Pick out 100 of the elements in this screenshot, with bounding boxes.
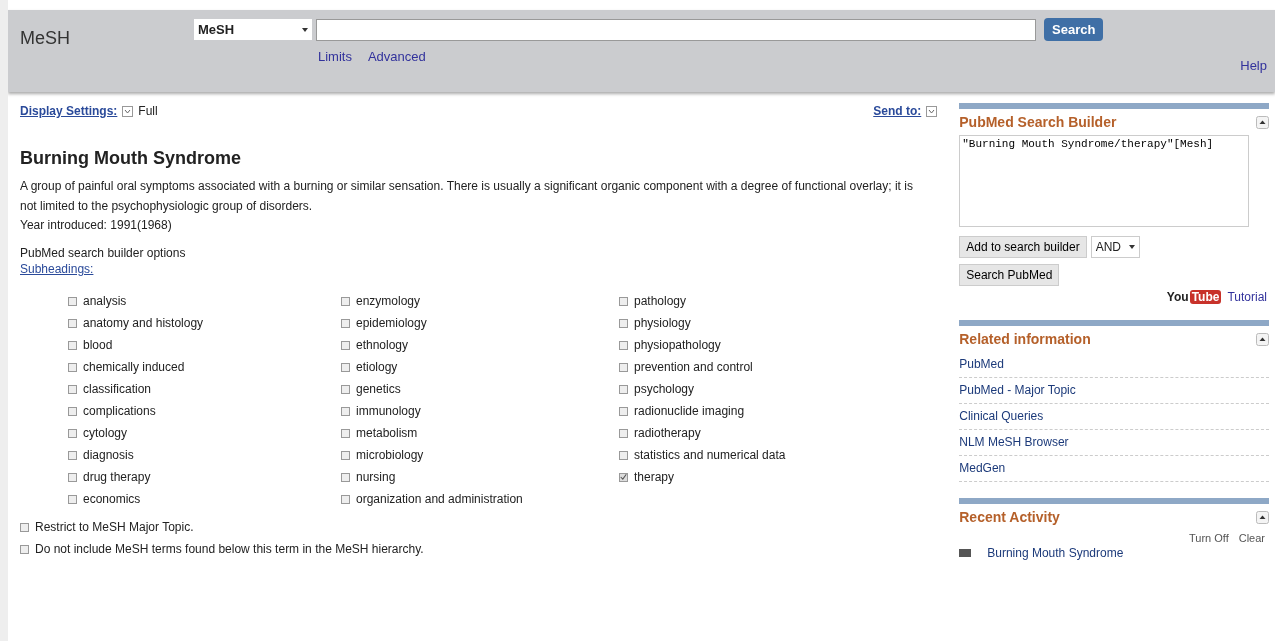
display-format: Full bbox=[138, 104, 158, 118]
checkbox[interactable] bbox=[68, 362, 77, 372]
subheading-label: physiology bbox=[634, 316, 691, 330]
checkbox[interactable] bbox=[341, 362, 350, 372]
display-settings-link[interactable]: Display Settings: bbox=[20, 104, 118, 118]
subheading-label: enzymology bbox=[356, 294, 421, 308]
related-link[interactable]: NLM MeSH Browser bbox=[959, 430, 1269, 456]
subheadings-link[interactable]: Subheadings: bbox=[20, 262, 94, 276]
subheading-label: immunology bbox=[356, 404, 421, 418]
subheading-label: metabolism bbox=[356, 426, 418, 440]
checkbox[interactable] bbox=[619, 318, 628, 328]
checkbox[interactable] bbox=[341, 406, 350, 416]
related-link[interactable]: Clinical Queries bbox=[959, 404, 1269, 430]
subheading-label: radiotherapy bbox=[634, 426, 701, 440]
checkbox[interactable] bbox=[619, 450, 628, 460]
year-introduced: Year introduced: 1991(1968) bbox=[20, 217, 173, 234]
option-label: Restrict to MeSH Major Topic. bbox=[35, 520, 194, 534]
checkbox[interactable] bbox=[68, 384, 77, 394]
send-to-link[interactable]: Send to: bbox=[873, 104, 922, 118]
subheading-label: therapy bbox=[634, 470, 675, 484]
header-link[interactable]: Limits bbox=[318, 49, 352, 64]
add-to-builder-button[interactable]: Add to search builder bbox=[959, 236, 1087, 258]
builder-options-label: PubMed search builder options bbox=[20, 246, 187, 260]
subheading-label: classification bbox=[83, 382, 152, 396]
collapse-icon[interactable] bbox=[1256, 332, 1269, 346]
panel-title: PubMed Search Builder bbox=[959, 114, 1117, 130]
header-link[interactable]: Advanced bbox=[367, 49, 426, 64]
subheading-label: drug therapy bbox=[83, 470, 151, 484]
subheading-label: radionuclide imaging bbox=[634, 404, 745, 418]
subheading-label: cytology bbox=[83, 426, 128, 440]
subheading-label: ethnology bbox=[356, 338, 409, 352]
subheading-label: statistics and numerical data bbox=[634, 448, 786, 462]
checkbox[interactable] bbox=[619, 362, 628, 372]
subheading-label: genetics bbox=[356, 382, 401, 396]
help-link[interactable]: Help bbox=[1240, 58, 1267, 73]
checkbox[interactable] bbox=[20, 544, 29, 554]
checkbox[interactable] bbox=[619, 406, 628, 416]
checkbox[interactable] bbox=[619, 428, 628, 438]
caret-icon bbox=[1129, 245, 1135, 249]
dropdown-icon[interactable] bbox=[926, 105, 938, 117]
subheading-label: diagnosis bbox=[83, 448, 134, 462]
database-select[interactable]: MeSH bbox=[194, 19, 312, 40]
recent-action-link[interactable]: Turn Off bbox=[1188, 532, 1229, 544]
subheading-label: chemically induced bbox=[83, 360, 185, 374]
recent-item-link[interactable]: Burning Mouth Syndrome bbox=[987, 546, 1124, 560]
checkbox[interactable] bbox=[619, 296, 628, 306]
checkbox[interactable] bbox=[619, 384, 628, 394]
checkbox[interactable] bbox=[68, 318, 77, 328]
checkbox[interactable] bbox=[341, 450, 350, 460]
option-label: Do not include MeSH terms found below this term in the MeSH hierarchy. bbox=[35, 542, 424, 556]
term-description: A group of painful oral symptoms associated with a burning or similar sensation. There is usually a significant organic component with a degree of functional overlay; it is not limited to the psychophysiologic group of disorders. bbox=[20, 178, 914, 215]
related-link[interactable]: MedGen bbox=[959, 456, 1269, 482]
search-pubmed-button[interactable]: Search PubMed bbox=[959, 264, 1060, 286]
related-link[interactable]: PubMed - Major Topic bbox=[959, 378, 1269, 404]
search-button[interactable]: Search bbox=[1044, 18, 1104, 41]
panel-title: Related information bbox=[959, 331, 1091, 347]
checkbox[interactable] bbox=[68, 450, 77, 460]
query-field[interactable]: "Burning Mouth Syndrome/therapy"[Mesh] bbox=[959, 135, 1250, 227]
subheading-label: blood bbox=[83, 338, 113, 352]
checkbox[interactable] bbox=[68, 340, 77, 350]
checkbox[interactable] bbox=[68, 428, 77, 438]
checkbox[interactable] bbox=[68, 406, 77, 416]
document-icon bbox=[959, 549, 972, 557]
checkbox[interactable] bbox=[341, 318, 350, 328]
search-field[interactable] bbox=[316, 18, 1036, 41]
recent-action-link[interactable]: Clear bbox=[1238, 532, 1265, 544]
video-logo: You Tube bbox=[1166, 290, 1222, 304]
dropdown-icon[interactable] bbox=[122, 105, 134, 117]
collapse-icon[interactable] bbox=[1256, 510, 1269, 524]
collapse-icon[interactable] bbox=[1256, 115, 1269, 129]
checkbox[interactable] bbox=[68, 472, 77, 482]
subheading-label: physiopathology bbox=[634, 338, 721, 352]
checkbox[interactable] bbox=[341, 296, 350, 306]
subheading-label: complications bbox=[83, 404, 156, 418]
subheading-label: organization and administration bbox=[356, 492, 523, 506]
caret-icon bbox=[302, 27, 308, 32]
operator-select[interactable]: AND bbox=[1090, 236, 1140, 258]
subheading-label: nursing bbox=[356, 470, 396, 484]
term-title: Burning Mouth Syndrome bbox=[20, 148, 242, 169]
checkbox[interactable] bbox=[341, 384, 350, 394]
checkbox[interactable] bbox=[619, 472, 628, 482]
subheading-label: economics bbox=[83, 492, 141, 506]
checkbox[interactable] bbox=[68, 296, 77, 306]
checkbox[interactable] bbox=[341, 428, 350, 438]
subheading-label: pathology bbox=[634, 294, 687, 308]
subheading-label: microbiology bbox=[356, 448, 424, 462]
subheading-label: etiology bbox=[356, 360, 398, 374]
checkbox[interactable] bbox=[20, 522, 29, 532]
checkbox[interactable] bbox=[619, 340, 628, 350]
subheading-label: psychology bbox=[634, 382, 695, 396]
checkbox[interactable] bbox=[341, 340, 350, 350]
checkbox[interactable] bbox=[341, 494, 350, 504]
checkbox[interactable] bbox=[68, 494, 77, 504]
subheading-label: analysis bbox=[83, 294, 127, 308]
subheading-label: epidemiology bbox=[356, 316, 427, 330]
related-link[interactable]: PubMed bbox=[959, 352, 1269, 378]
site-title: MeSH bbox=[20, 28, 71, 49]
checkbox[interactable] bbox=[341, 472, 350, 482]
tutorial-link[interactable]: Tutorial bbox=[1227, 290, 1267, 304]
panel-title: Recent Activity bbox=[959, 509, 1060, 525]
